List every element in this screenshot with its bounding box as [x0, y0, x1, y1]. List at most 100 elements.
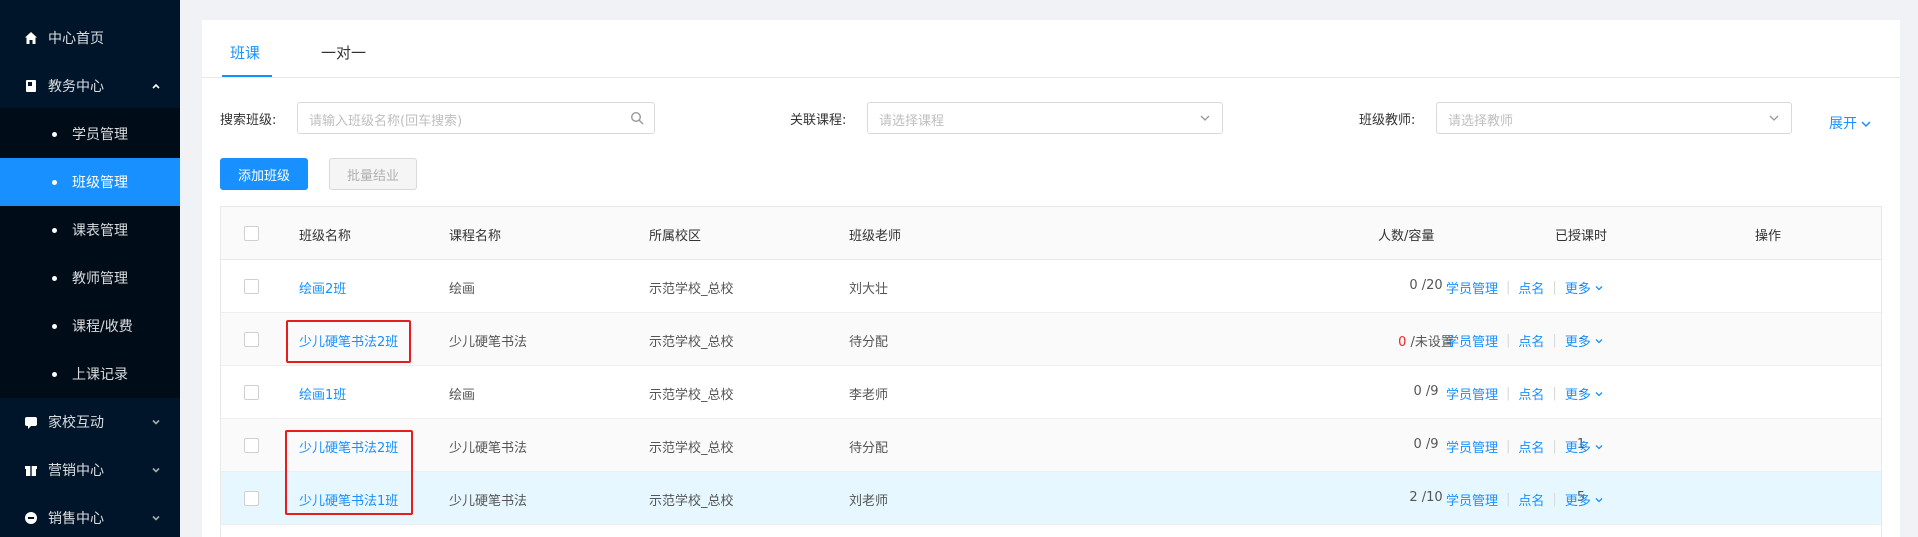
teacher-label: 班级教师:: [1359, 113, 1416, 128]
sidebar-item-sales[interactable]: 销售中心: [0, 494, 180, 537]
sidebar-subitem-courses-fees[interactable]: 课程/收费: [0, 302, 180, 350]
sidebar-subitem-label: 课程/收费: [72, 319, 133, 335]
class-name-link[interactable]: 绘画1班: [299, 384, 346, 403]
sidebar-subitem-students[interactable]: 学员管理: [0, 110, 180, 158]
col-actions: 操作: [1755, 229, 1782, 244]
table-row: 少儿硬笔书法1班 少儿硬笔书法 示范学校_总校 刘老师 2 /10 5 学员管理 | 点名 | 更多: [221, 472, 1881, 525]
roll-call-link[interactable]: 点名: [1518, 331, 1544, 350]
chevron-down-icon: [1769, 115, 1779, 121]
capacity-value: /9: [1425, 437, 1439, 452]
roll-call-link[interactable]: 点名: [1518, 384, 1544, 403]
chevron-down-icon: [1595, 444, 1603, 449]
row-actions: 学员管理 | 点名 | 更多: [1446, 278, 1604, 297]
sidebar-subitem-label: 课表管理: [72, 223, 128, 239]
chevron-up-icon: [152, 83, 160, 89]
divider: |: [1506, 333, 1511, 348]
manage-students-link[interactable]: 学员管理: [1446, 437, 1498, 456]
bullet-icon: [52, 372, 57, 377]
sidebar-item-academic[interactable]: 教务中心: [0, 62, 180, 110]
row-checkbox[interactable]: [244, 332, 259, 347]
more-dropdown[interactable]: 更多: [1565, 384, 1591, 403]
sidebar-subitem-label: 班级管理: [72, 175, 128, 191]
sidebar-item-marketing[interactable]: 营销中心: [0, 446, 180, 494]
roll-call-link[interactable]: 点名: [1518, 490, 1544, 509]
col-hours: 已授课时: [1555, 229, 1608, 244]
teacher: 刘大壮: [849, 282, 889, 297]
chevron-down-icon: [152, 515, 160, 521]
expand-filters-link[interactable]: 展开: [1829, 113, 1872, 133]
table-row: 少儿硬笔书法2班 少儿硬笔书法 示范学校_总校 待分配 0 /未设置 - 学员管理 | 点名 | 更…: [221, 313, 1881, 366]
teacher: 待分配: [849, 441, 889, 456]
campus: 示范学校_总校: [649, 494, 734, 509]
search-icon[interactable]: [630, 111, 644, 125]
chevron-down-icon: [1595, 338, 1603, 343]
teacher-select[interactable]: 请选择教师: [1436, 102, 1792, 134]
more-dropdown[interactable]: 更多: [1565, 278, 1591, 297]
course-placeholder: 请选择课程: [879, 114, 945, 129]
gift-icon: [25, 466, 37, 476]
manage-students-link[interactable]: 学员管理: [1446, 384, 1498, 403]
more-label: 更多: [1564, 335, 1591, 350]
highlight-box: [285, 430, 413, 515]
row-checkbox[interactable]: [244, 491, 259, 506]
sidebar-subitem-teachers[interactable]: 教师管理: [0, 254, 180, 302]
row-checkbox[interactable]: [244, 385, 259, 400]
chevron-down-icon: [152, 419, 160, 425]
teacher: 李老师: [849, 388, 889, 403]
row-checkbox[interactable]: [244, 438, 259, 453]
more-dropdown[interactable]: 更多: [1565, 437, 1591, 456]
col-teacher: 班级老师: [849, 229, 902, 244]
course-name: 绘画: [449, 282, 476, 297]
sidebar-subitem-class-records[interactable]: 上课记录: [0, 350, 180, 398]
more-dropdown[interactable]: 更多: [1565, 490, 1591, 509]
sidebar: 中心首页 教务中心 学员管理 班级管理 课表管理 教师管理 课程/收费 上课记录…: [0, 0, 180, 537]
sidebar-item-label: 教务中心: [48, 79, 104, 95]
manage-students-link[interactable]: 学员管理: [1446, 331, 1498, 350]
divider: |: [1506, 386, 1511, 401]
col-count-capacity: 人数/容量: [1378, 229, 1435, 244]
tab-group-class[interactable]: 班课: [230, 42, 260, 63]
class-name-link[interactable]: 绘画2班: [299, 278, 346, 297]
add-class-button[interactable]: 添加班级: [220, 158, 308, 190]
search-class-label: 搜索班级:: [220, 113, 277, 128]
divider: |: [1552, 333, 1557, 348]
highlight-box: [286, 320, 411, 363]
col-course-name: 课程名称: [449, 229, 502, 244]
capacity-value: /20: [1421, 278, 1443, 293]
main-card: 班课 一对一 搜索班级: 请输入班级名称(回车搜索) 关联课程: 请选择课程 班…: [202, 20, 1900, 537]
more-dropdown[interactable]: 更多: [1565, 331, 1591, 350]
more-label: 更多: [1564, 494, 1591, 509]
search-class-input[interactable]: 请输入班级名称(回车搜索): [297, 102, 655, 134]
tab-one-on-one[interactable]: 一对一: [321, 42, 366, 63]
roll-call-link[interactable]: 点名: [1518, 437, 1544, 456]
more-label: 更多: [1564, 388, 1591, 403]
table-row: 少儿硬笔书法2班 少儿硬笔书法 示范学校_总校 待分配 0 /9 1 学员管理 | 点名 | 更多: [221, 419, 1881, 472]
sidebar-subitem-schedule[interactable]: 课表管理: [0, 206, 180, 254]
sidebar-item-home[interactable]: 中心首页: [0, 14, 180, 62]
capacity-value: /10: [1421, 490, 1443, 505]
teacher-placeholder: 请选择教师: [1448, 114, 1514, 129]
campus: 示范学校_总校: [649, 388, 734, 403]
roll-call-link[interactable]: 点名: [1518, 278, 1544, 297]
col-class-name: 班级名称: [299, 229, 352, 244]
manage-students-link[interactable]: 学员管理: [1446, 278, 1498, 297]
select-all-checkbox[interactable]: [244, 226, 259, 241]
batch-graduate-button[interactable]: 批量结业: [329, 158, 417, 190]
course-select[interactable]: 请选择课程: [867, 102, 1223, 134]
divider: |: [1506, 439, 1511, 454]
count-value: 0: [1413, 437, 1422, 452]
tab-bar: 班课 一对一: [202, 20, 1900, 78]
count-value: 2: [1409, 490, 1418, 505]
count-value: 0: [1409, 278, 1418, 293]
chevron-down-icon: [1595, 497, 1603, 502]
row-checkbox[interactable]: [244, 279, 259, 294]
sidebar-subitem-label: 教师管理: [72, 271, 128, 287]
sidebar-item-home-school[interactable]: 家校互动: [0, 398, 180, 446]
sidebar-item-label: 家校互动: [48, 415, 104, 431]
more-label: 更多: [1564, 282, 1591, 297]
chevron-down-icon: [1595, 285, 1603, 290]
sidebar-subitem-classes[interactable]: 班级管理: [0, 158, 180, 206]
manage-students-link[interactable]: 学员管理: [1446, 490, 1498, 509]
chevron-down-icon: [1861, 121, 1871, 128]
count-value: 0: [1413, 384, 1422, 399]
